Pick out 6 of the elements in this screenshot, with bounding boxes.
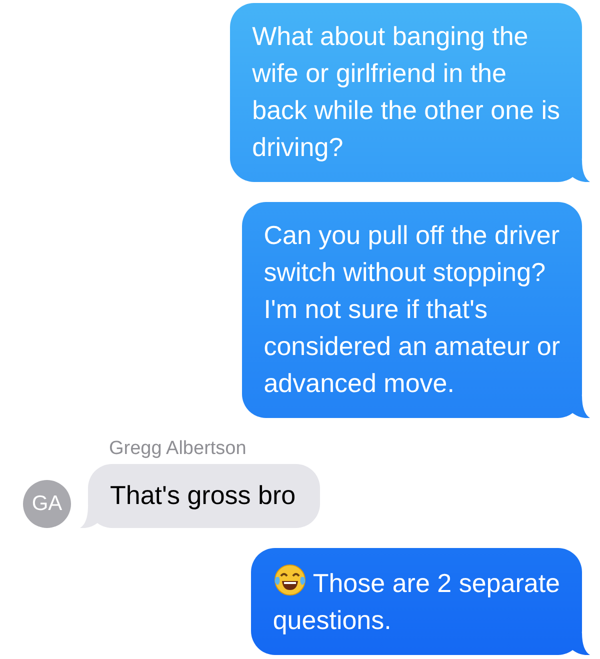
received-message-bubble: That's gross bro [88, 464, 320, 528]
contact-avatar[interactable]: GA [23, 480, 71, 528]
sent-message-bubble: Those are 2 separate questions. [250, 548, 582, 655]
sender-name: Gregg Albertson [109, 438, 248, 460]
sent-message-bubble: What about banging the wife or girlfriend in the back while the other one is driving? [230, 3, 582, 182]
sent-message-bubble: Can you pull off the driver switch without stopping? I'm not sure if that's considered an amateur or advanced move. [242, 202, 582, 418]
